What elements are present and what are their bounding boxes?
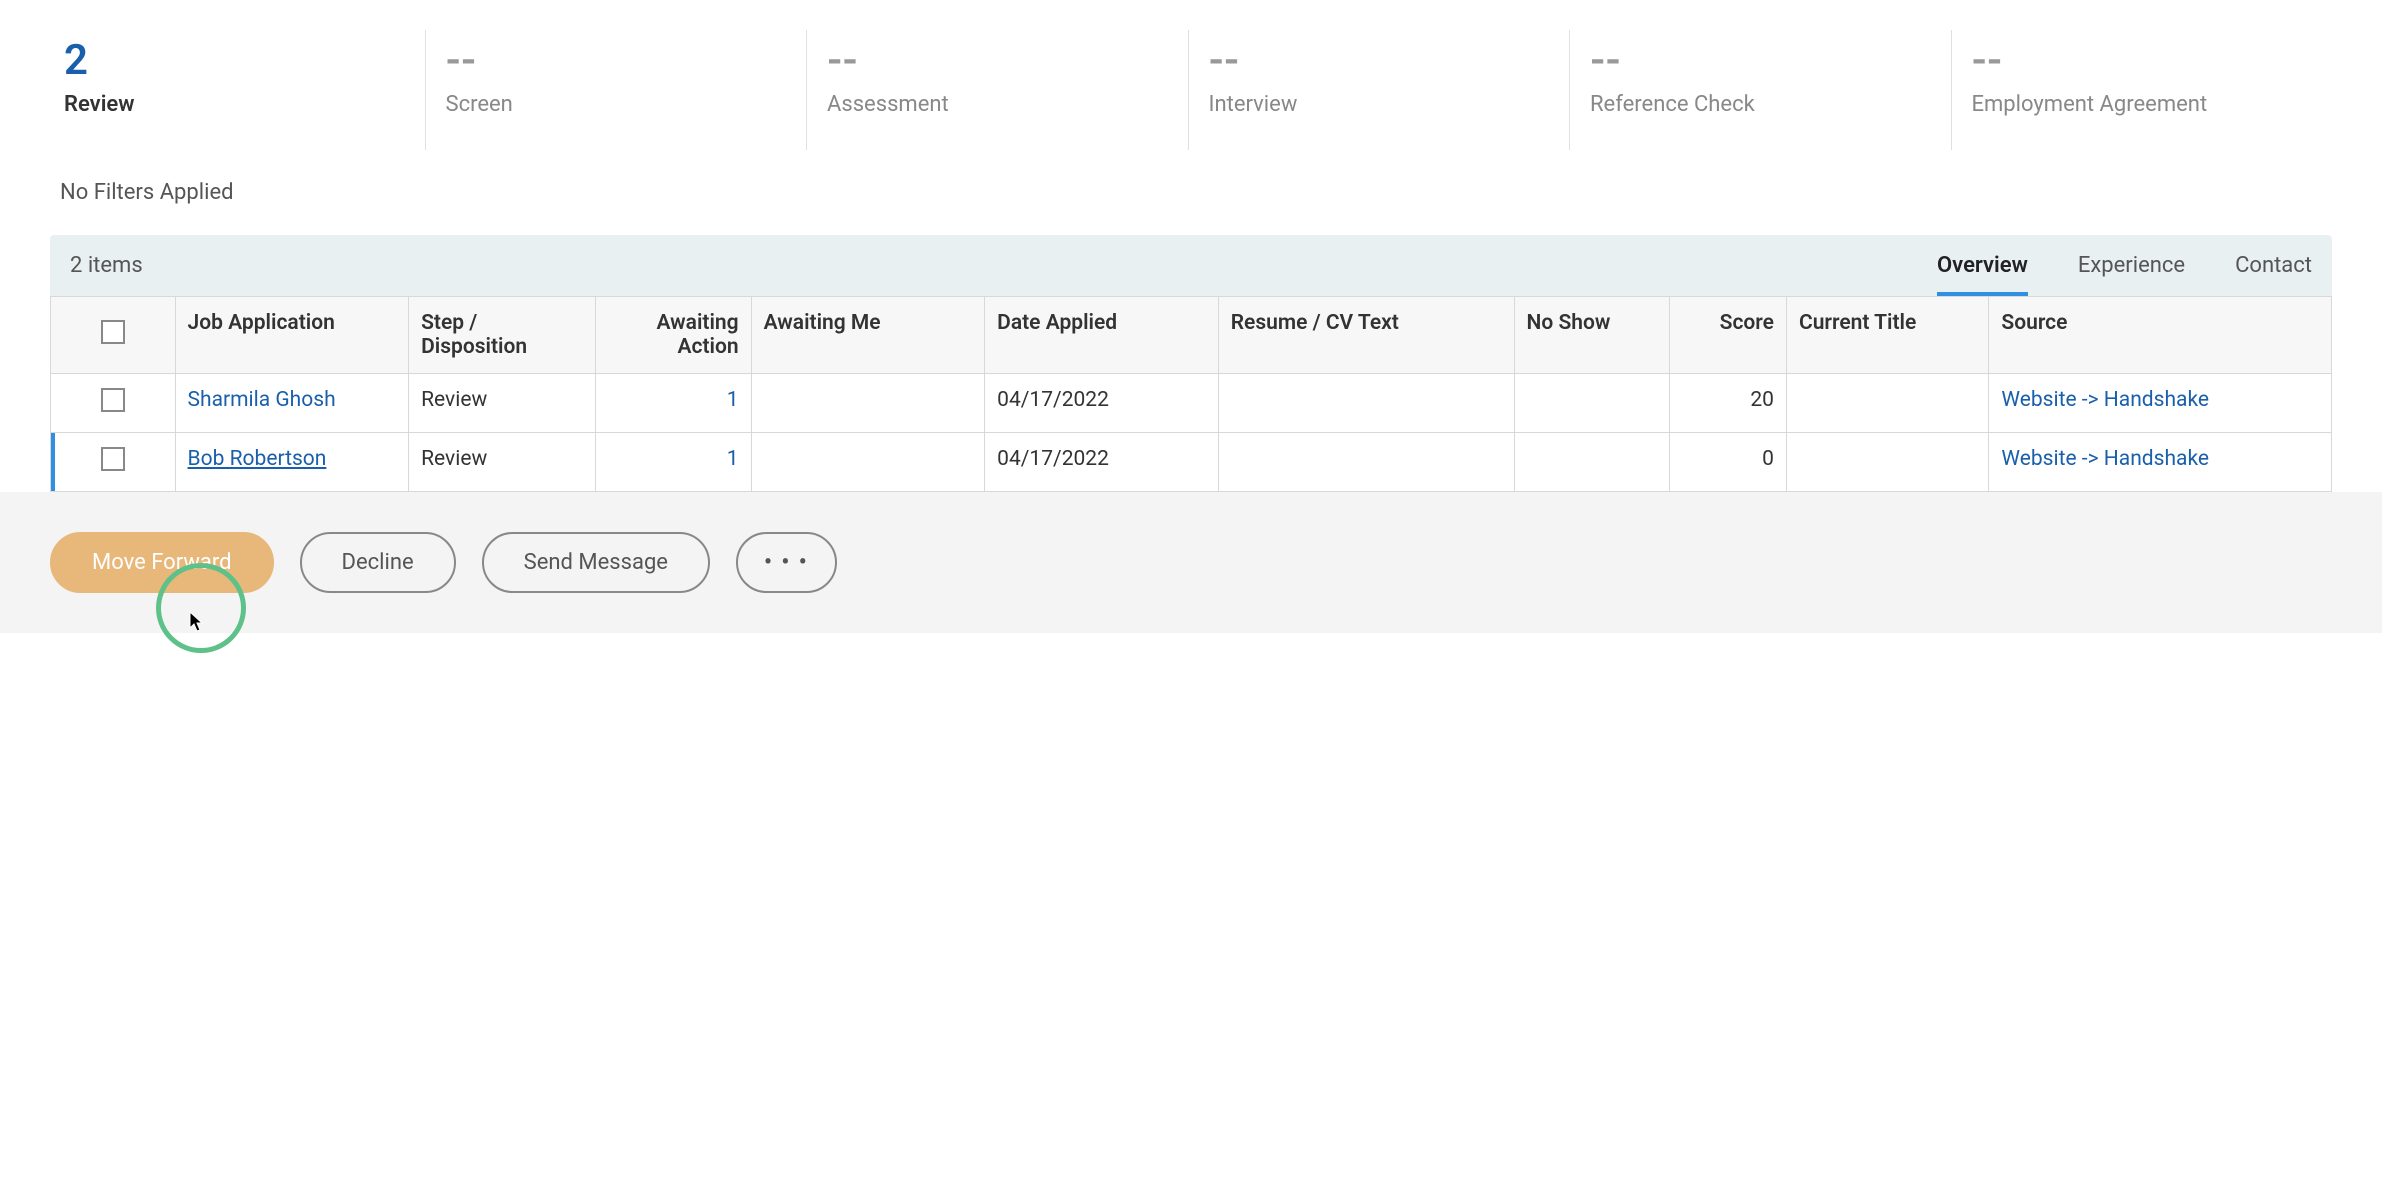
stage-tab-assessment[interactable]: -- Assessment xyxy=(806,30,1188,150)
cell-job-application: Sharmila Ghosh xyxy=(175,374,409,433)
col-date-applied[interactable]: Date Applied xyxy=(985,297,1219,374)
table-row: Bob Robertson Review 1 04/17/2022 0 Website -… xyxy=(51,433,2332,492)
row-checkbox[interactable] xyxy=(101,388,125,412)
col-step-disposition[interactable]: Step / Disposition xyxy=(409,297,596,374)
awaiting-action-link[interactable]: 1 xyxy=(727,447,739,471)
col-awaiting-me[interactable]: Awaiting Me xyxy=(751,297,985,374)
col-job-application[interactable]: Job Application xyxy=(175,297,409,374)
candidate-link[interactable]: Bob Robertson xyxy=(188,447,327,471)
more-actions-button[interactable]: • • • xyxy=(736,532,837,593)
candidates-table: Job Application Step / Disposition Await… xyxy=(50,296,2332,492)
stage-tab-reference-check[interactable]: -- Reference Check xyxy=(1569,30,1951,150)
move-forward-button[interactable]: Move Forward xyxy=(50,532,274,593)
cell-no-show xyxy=(1514,433,1670,492)
awaiting-action-link[interactable]: 1 xyxy=(727,388,739,412)
cell-date-applied: 04/17/2022 xyxy=(985,374,1219,433)
cell-awaiting-action: 1 xyxy=(595,433,751,492)
cell-step: Review xyxy=(409,433,596,492)
stage-label: Employment Agreement xyxy=(1972,92,2313,117)
stage-label: Review xyxy=(64,92,405,117)
stage-label: Reference Check xyxy=(1590,92,1931,117)
view-tab-contact[interactable]: Contact xyxy=(2235,253,2312,296)
cell-awaiting-me xyxy=(751,374,985,433)
view-tab-overview[interactable]: Overview xyxy=(1937,253,2028,296)
candidates-table-wrap: Job Application Step / Disposition Await… xyxy=(50,296,2332,492)
stage-tab-employment-agreement[interactable]: -- Employment Agreement xyxy=(1951,30,2333,150)
candidate-link[interactable]: Sharmila Ghosh xyxy=(188,388,336,412)
stage-label: Interview xyxy=(1209,92,1550,117)
cell-step: Review xyxy=(409,374,596,433)
stage-tab-screen[interactable]: -- Screen xyxy=(425,30,807,150)
col-resume-cv[interactable]: Resume / CV Text xyxy=(1218,297,1514,374)
source-link[interactable]: Website -> Handshake xyxy=(2001,447,2209,471)
actions-bar: Move Forward Decline Send Message • • • xyxy=(0,492,2382,633)
col-current-title[interactable]: Current Title xyxy=(1786,297,1988,374)
cell-current-title xyxy=(1786,374,1988,433)
select-all-checkbox[interactable] xyxy=(101,320,125,344)
table-row: Sharmila Ghosh Review 1 04/17/2022 20 Website… xyxy=(51,374,2332,433)
stage-tab-interview[interactable]: -- Interview xyxy=(1188,30,1570,150)
stage-label: Assessment xyxy=(827,92,1168,117)
cell-source: Website -> Handshake xyxy=(1989,374,2332,433)
cell-resume xyxy=(1218,433,1514,492)
select-all-header xyxy=(51,297,176,374)
cell-resume xyxy=(1218,374,1514,433)
stage-count: 2 xyxy=(64,40,405,82)
cell-current-title xyxy=(1786,433,1988,492)
col-source[interactable]: Source xyxy=(1989,297,2332,374)
stage-tab-review[interactable]: 2 Review xyxy=(50,30,425,150)
items-count: 2 items xyxy=(70,253,143,296)
stage-count: -- xyxy=(1590,40,1931,82)
row-checkbox[interactable] xyxy=(101,447,125,471)
source-link[interactable]: Website -> Handshake xyxy=(2001,388,2209,412)
col-no-show[interactable]: No Show xyxy=(1514,297,1670,374)
cell-source: Website -> Handshake xyxy=(1989,433,2332,492)
stage-count: -- xyxy=(446,40,787,82)
stage-count: -- xyxy=(827,40,1168,82)
cell-no-show xyxy=(1514,374,1670,433)
view-tabs: Overview Experience Contact xyxy=(1937,253,2312,296)
col-awaiting-action[interactable]: Awaiting Action xyxy=(595,297,751,374)
cell-score: 20 xyxy=(1670,374,1787,433)
cell-awaiting-action: 1 xyxy=(595,374,751,433)
filters-status: No Filters Applied xyxy=(0,170,2382,235)
cell-awaiting-me xyxy=(751,433,985,492)
row-select xyxy=(51,433,176,492)
stage-count: -- xyxy=(1209,40,1550,82)
cell-score: 0 xyxy=(1670,433,1787,492)
cell-date-applied: 04/17/2022 xyxy=(985,433,1219,492)
table-header-row: Job Application Step / Disposition Await… xyxy=(51,297,2332,374)
row-select xyxy=(51,374,176,433)
stage-count: -- xyxy=(1972,40,2313,82)
col-score[interactable]: Score xyxy=(1670,297,1787,374)
send-message-button[interactable]: Send Message xyxy=(482,532,710,593)
stage-tabs: 2Review--Screen--Assessment--Interview--… xyxy=(0,0,2382,170)
list-header: 2 items Overview Experience Contact xyxy=(50,235,2332,296)
decline-button[interactable]: Decline xyxy=(300,532,456,593)
view-tab-experience[interactable]: Experience xyxy=(2078,253,2185,296)
stage-label: Screen xyxy=(446,92,787,117)
cell-job-application: Bob Robertson xyxy=(175,433,409,492)
